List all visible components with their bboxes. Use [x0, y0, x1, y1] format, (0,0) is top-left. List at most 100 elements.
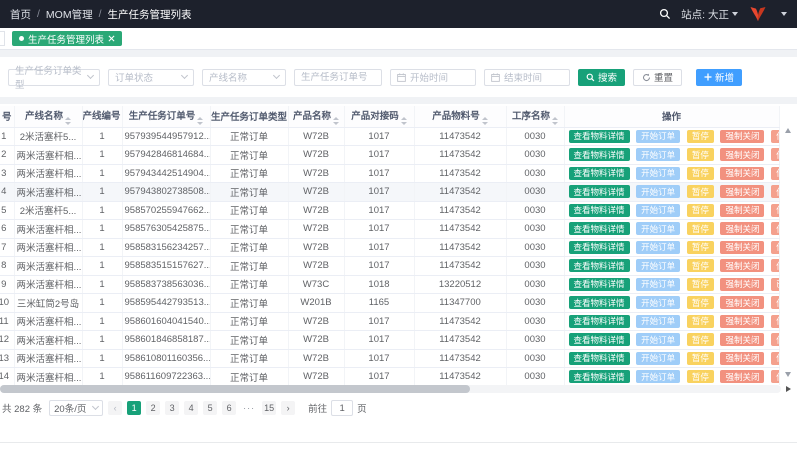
end-time-field[interactable]: 结束时间 — [484, 69, 570, 86]
sort-icon[interactable] — [65, 117, 71, 125]
page-button-3[interactable]: 3 — [165, 401, 179, 415]
force-close-button[interactable]: 强制关闭 — [720, 296, 764, 309]
view-bom-button[interactable]: 查看物料详情 — [569, 315, 630, 328]
view-bom-button[interactable]: 查看物料详情 — [569, 130, 630, 143]
col-header-material-no[interactable]: 产品物料号 — [414, 106, 506, 127]
col-header-order-no[interactable]: 生产任务订单号 — [122, 106, 210, 127]
col-header-product-name[interactable]: 产品名称 — [288, 106, 344, 127]
start-order-button[interactable]: 开始订单 — [636, 352, 680, 365]
search-button[interactable]: 搜索 — [578, 69, 625, 86]
view-bom-button[interactable]: 查看物料详情 — [569, 148, 630, 161]
force-close-button[interactable]: 强制关闭 — [720, 148, 764, 161]
start-order-button[interactable]: 开始订单 — [636, 278, 680, 291]
void-button[interactable]: 已作废 — [771, 278, 779, 291]
scroll-down-icon[interactable] — [785, 372, 791, 377]
order-no-input[interactable] — [301, 72, 375, 83]
site-selector[interactable]: 站点: 大正 — [681, 7, 738, 22]
order-status-select[interactable]: 订单状态 — [108, 69, 194, 86]
horizontal-scrollbar[interactable] — [0, 385, 781, 393]
close-icon[interactable] — [108, 35, 115, 42]
sort-icon[interactable] — [482, 117, 488, 125]
force-close-button[interactable]: 强制关闭 — [720, 167, 764, 180]
breadcrumb-home[interactable]: 首页 — [10, 7, 31, 22]
void-button[interactable]: 作废 — [771, 130, 779, 143]
pause-button[interactable]: 暂停 — [687, 333, 714, 346]
view-bom-button[interactable]: 查看物料详情 — [569, 296, 630, 309]
void-button[interactable]: 作废 — [771, 222, 779, 235]
page-button-15[interactable]: 15 — [262, 401, 276, 415]
view-bom-button[interactable]: 查看物料详情 — [569, 167, 630, 180]
void-button[interactable]: 作废 — [771, 185, 779, 198]
pause-button[interactable]: 暂停 — [687, 148, 714, 161]
col-header-line-no[interactable]: 产线编号 — [82, 106, 122, 127]
view-bom-button[interactable]: 查看物料详情 — [569, 352, 630, 365]
pause-button[interactable]: 暂停 — [687, 278, 714, 291]
start-order-button[interactable]: 开始订单 — [636, 296, 680, 309]
force-close-button[interactable]: 强制关闭 — [720, 370, 764, 383]
view-bom-button[interactable]: 查看物料详情 — [569, 333, 630, 346]
pause-button[interactable]: 暂停 — [687, 370, 714, 383]
view-bom-button[interactable]: 查看物料详情 — [569, 222, 630, 235]
force-close-button[interactable]: 强制关闭 — [720, 352, 764, 365]
void-button[interactable]: 作废 — [771, 259, 779, 272]
force-close-button[interactable]: 强制关闭 — [720, 204, 764, 217]
start-order-button[interactable]: 开始订单 — [636, 185, 680, 198]
start-order-button[interactable]: 开始订单 — [636, 315, 680, 328]
col-header-process-name[interactable]: 工序名称 — [506, 106, 564, 127]
start-order-button[interactable]: 开始订单 — [636, 370, 680, 383]
col-header-product-code[interactable]: 产品对接码 — [344, 106, 414, 127]
col-header-line-name[interactable]: 产线名称 — [14, 106, 82, 127]
prev-page-button[interactable]: ‹ — [108, 401, 122, 415]
page-button-2[interactable]: 2 — [146, 401, 160, 415]
force-close-button[interactable]: 强制关闭 — [720, 259, 764, 272]
pause-button[interactable]: 暂停 — [687, 352, 714, 365]
pause-button[interactable]: 暂停 — [687, 167, 714, 180]
col-header-id[interactable]: 号 — [0, 106, 14, 127]
pause-button[interactable]: 暂停 — [687, 204, 714, 217]
void-button[interactable]: 作废 — [771, 241, 779, 254]
pause-button[interactable]: 暂停 — [687, 296, 714, 309]
force-close-button[interactable]: 强制关闭 — [720, 130, 764, 143]
sort-icon[interactable] — [552, 117, 558, 125]
page-button-4[interactable]: 4 — [184, 401, 198, 415]
start-time-field[interactable]: 开始时间 — [390, 69, 476, 86]
pause-button[interactable]: 暂停 — [687, 222, 714, 235]
pause-button[interactable]: 暂停 — [687, 241, 714, 254]
sort-icon[interactable] — [401, 117, 407, 125]
view-bom-button[interactable]: 查看物料详情 — [569, 259, 630, 272]
force-close-button[interactable]: 强制关闭 — [720, 241, 764, 254]
void-button[interactable]: 作废 — [771, 352, 779, 365]
view-bom-button[interactable]: 查看物料详情 — [569, 204, 630, 217]
page-button-6[interactable]: 6 — [222, 401, 236, 415]
start-order-button[interactable]: 开始订单 — [636, 167, 680, 180]
jump-page-input[interactable] — [331, 400, 353, 416]
force-close-button[interactable]: 强制关闭 — [720, 278, 764, 291]
tab-production-task-list[interactable]: 生产任务管理列表 — [12, 31, 122, 46]
page-size-select[interactable]: 20条/页 — [49, 400, 103, 416]
sort-icon[interactable] — [197, 117, 203, 125]
horizontal-scrollbar-thumb[interactable] — [0, 385, 470, 393]
void-button[interactable]: 作废 — [771, 296, 779, 309]
force-close-button[interactable]: 强制关闭 — [720, 185, 764, 198]
pause-button[interactable]: 暂停 — [687, 185, 714, 198]
pause-button[interactable]: 暂停 — [687, 130, 714, 143]
force-close-button[interactable]: 强制关闭 — [720, 333, 764, 346]
page-button-1[interactable]: 1 — [127, 401, 141, 415]
search-icon[interactable] — [659, 8, 671, 20]
scroll-up-icon[interactable] — [785, 128, 791, 133]
scroll-right-icon[interactable] — [786, 386, 791, 392]
next-page-button[interactable]: › — [281, 401, 295, 415]
pause-button[interactable]: 暂停 — [687, 315, 714, 328]
user-menu-chevron-icon[interactable] — [781, 12, 787, 16]
pause-button[interactable]: 暂停 — [687, 259, 714, 272]
line-name-select[interactable]: 产线名称 — [202, 69, 286, 86]
start-order-button[interactable]: 开始订单 — [636, 222, 680, 235]
view-bom-button[interactable]: 查看物料详情 — [569, 185, 630, 198]
view-bom-button[interactable]: 查看物料详情 — [569, 241, 630, 254]
breadcrumb-mom[interactable]: MOM管理 — [46, 7, 93, 22]
start-order-button[interactable]: 开始订单 — [636, 333, 680, 346]
force-close-button[interactable]: 强制关闭 — [720, 315, 764, 328]
view-bom-button[interactable]: 查看物料详情 — [569, 278, 630, 291]
page-button-5[interactable]: 5 — [203, 401, 217, 415]
void-button[interactable]: 作废 — [771, 333, 779, 346]
